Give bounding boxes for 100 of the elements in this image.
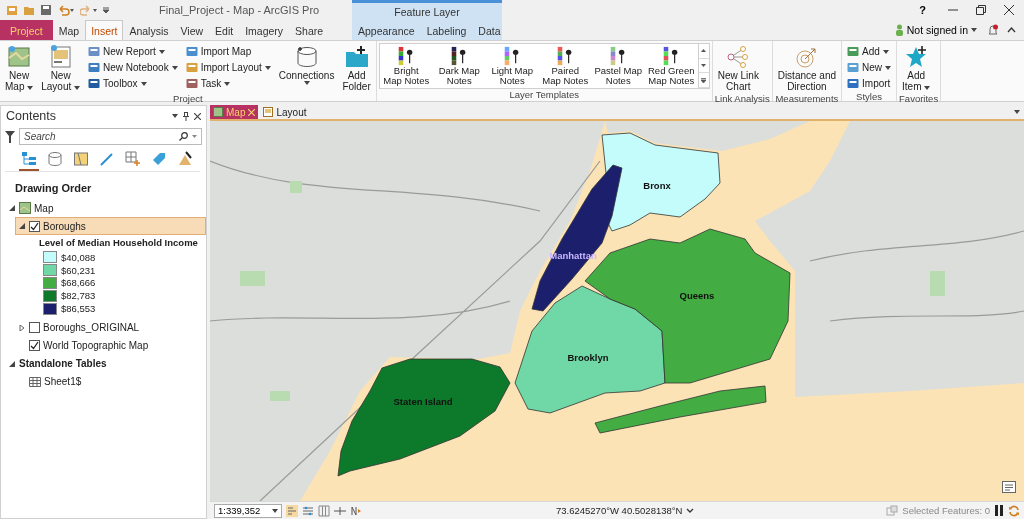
ribbon-button[interactable]: New Report	[85, 44, 181, 59]
ribbon-tab[interactable]: Insert	[85, 20, 124, 40]
selected-features-count: Selected Features: 0	[902, 505, 990, 516]
layer-name[interactable]: Sheet1$	[44, 376, 82, 388]
ribbon-tab[interactable]: Edit	[209, 20, 240, 40]
expand-gallery-icon	[701, 77, 707, 83]
ribbon-button[interactable]: New Map	[2, 43, 37, 93]
ribbon-button[interactable]: Import Map	[182, 44, 274, 59]
search-icon	[179, 132, 188, 141]
gallery-item[interactable]: Light Map Notes	[485, 44, 539, 88]
ribbon-tab[interactable]: Share	[289, 20, 330, 40]
gallery-item[interactable]: Dark Map Notes	[432, 44, 486, 88]
layer-name[interactable]: Boroughs	[43, 220, 86, 232]
legend-label: $60,231	[61, 264, 96, 276]
sliders-icon[interactable]	[302, 504, 314, 517]
ribbon-button[interactable]: Connections	[275, 43, 338, 86]
ribbon-tab[interactable]: Labeling	[420, 20, 473, 40]
gallery-item[interactable]: Red Green Map Notes	[644, 44, 698, 88]
ribbon-tab[interactable]: Project	[0, 20, 53, 40]
layer-checkbox[interactable]	[29, 220, 40, 232]
style-new-icon	[847, 62, 860, 73]
constraint-icon[interactable]	[350, 504, 362, 517]
report-icon	[88, 46, 101, 57]
redo-icon[interactable]	[80, 4, 98, 16]
ribbon-tab[interactable]: Appearance	[352, 20, 421, 40]
document-tab[interactable]: Layout	[260, 105, 310, 119]
search-field[interactable]: Search	[19, 128, 202, 145]
borough-shape[interactable]	[514, 285, 666, 414]
undo-icon[interactable]	[57, 4, 75, 16]
map-icon	[213, 107, 223, 117]
ribbon-button[interactable]: New Notebook	[85, 60, 181, 75]
collapse-toggle[interactable]	[8, 204, 16, 212]
ribbon-button[interactable]: Import Layout	[182, 60, 274, 75]
close-icon[interactable]	[194, 112, 201, 120]
help-button[interactable]: ?	[915, 4, 930, 16]
ribbon-button[interactable]: New Layout	[38, 43, 84, 93]
borough-shape[interactable]	[337, 358, 511, 477]
task-icon	[185, 78, 198, 89]
gallery-item[interactable]: Pastel Map Notes	[591, 44, 645, 88]
borough-shape[interactable]	[531, 164, 623, 312]
selected-layer-row[interactable]: Boroughs	[15, 217, 206, 235]
list-tree-icon	[21, 151, 37, 167]
filter-icon[interactable]	[5, 130, 15, 143]
database-icon	[47, 151, 63, 167]
overview-icon[interactable]	[1002, 481, 1016, 493]
save-icon[interactable]	[40, 4, 52, 16]
collapse-ribbon-icon[interactable]	[1007, 27, 1016, 33]
pin-icon[interactable]	[183, 111, 189, 121]
caret-icon	[971, 28, 977, 32]
document-tab[interactable]: Map	[210, 105, 259, 119]
ribbon-button[interactable]: Import	[844, 76, 895, 91]
layer-checkbox[interactable]	[29, 322, 40, 334]
triangle-up-icon	[701, 49, 707, 53]
grid-plus-icon	[125, 151, 141, 167]
restore-icon[interactable]	[976, 5, 986, 15]
table-icon	[29, 377, 41, 387]
ribbon-tab[interactable]: Data	[472, 20, 507, 40]
caret-icon[interactable]	[1014, 110, 1020, 114]
borough-label: Queens	[679, 290, 715, 301]
chevron-down-icon[interactable]	[686, 508, 695, 513]
layer-name[interactable]: Boroughs_ORIGINAL	[43, 322, 140, 334]
legend-title: Level of Median Household Income	[39, 237, 199, 250]
expand-toggle[interactable]	[18, 324, 26, 332]
ribbon-tab[interactable]: Analysis	[123, 20, 175, 40]
layer-checkbox[interactable]	[29, 340, 40, 352]
ribbon-tab[interactable]: Imagery	[239, 20, 290, 40]
collapse-toggle[interactable]	[18, 222, 26, 230]
pause-icon[interactable]	[994, 505, 1004, 516]
ribbon-tab[interactable]: View	[174, 20, 210, 40]
view-toggle-button[interactable]	[19, 150, 39, 171]
ribbon-tab[interactable]: Map	[52, 20, 86, 40]
layer-name[interactable]: World Topographic Map	[43, 340, 149, 352]
customize-caret-icon[interactable]	[103, 7, 109, 13]
gallery-item[interactable]: Bright Map Notes	[379, 44, 433, 88]
layer-name[interactable]: Standalone Tables	[19, 358, 107, 370]
bell-icon[interactable]	[987, 24, 999, 36]
gallery-item[interactable]: Paired Map Notes	[538, 44, 592, 88]
close-icon[interactable]	[1004, 5, 1014, 15]
ribbon-button[interactable]: Add Item	[899, 43, 934, 93]
legend-label: $82,783	[61, 290, 96, 302]
account-button[interactable]: Not signed in	[892, 24, 979, 36]
ribbon-button[interactable]: Add Folder	[339, 43, 374, 93]
ribbon-button[interactable]: Distance and Direction	[774, 43, 840, 93]
paint-tools-icon	[177, 151, 193, 167]
ribbon-button[interactable]: Task	[182, 76, 274, 91]
ribbon-button[interactable]: Toolbox	[85, 76, 181, 91]
borough-label: Brooklyn	[567, 352, 609, 363]
group-label: Layer Templates	[508, 89, 580, 101]
borough-shape[interactable]	[601, 132, 721, 232]
group-label: Measurements	[774, 93, 840, 105]
caret-icon[interactable]	[172, 114, 178, 118]
snapping-icon[interactable]	[334, 504, 346, 517]
grid-icon[interactable]	[318, 504, 330, 517]
ribbon-button[interactable]: New Link Chart	[714, 43, 762, 93]
ribbon-button[interactable]: Add	[844, 44, 895, 59]
layer-name[interactable]: Map	[34, 202, 54, 214]
scale-dropdown[interactable]: 1:339,352	[214, 503, 282, 518]
ribbon-button[interactable]: New	[844, 60, 895, 75]
map-sheet-icon	[73, 151, 89, 167]
collapse-toggle[interactable]	[8, 360, 16, 368]
